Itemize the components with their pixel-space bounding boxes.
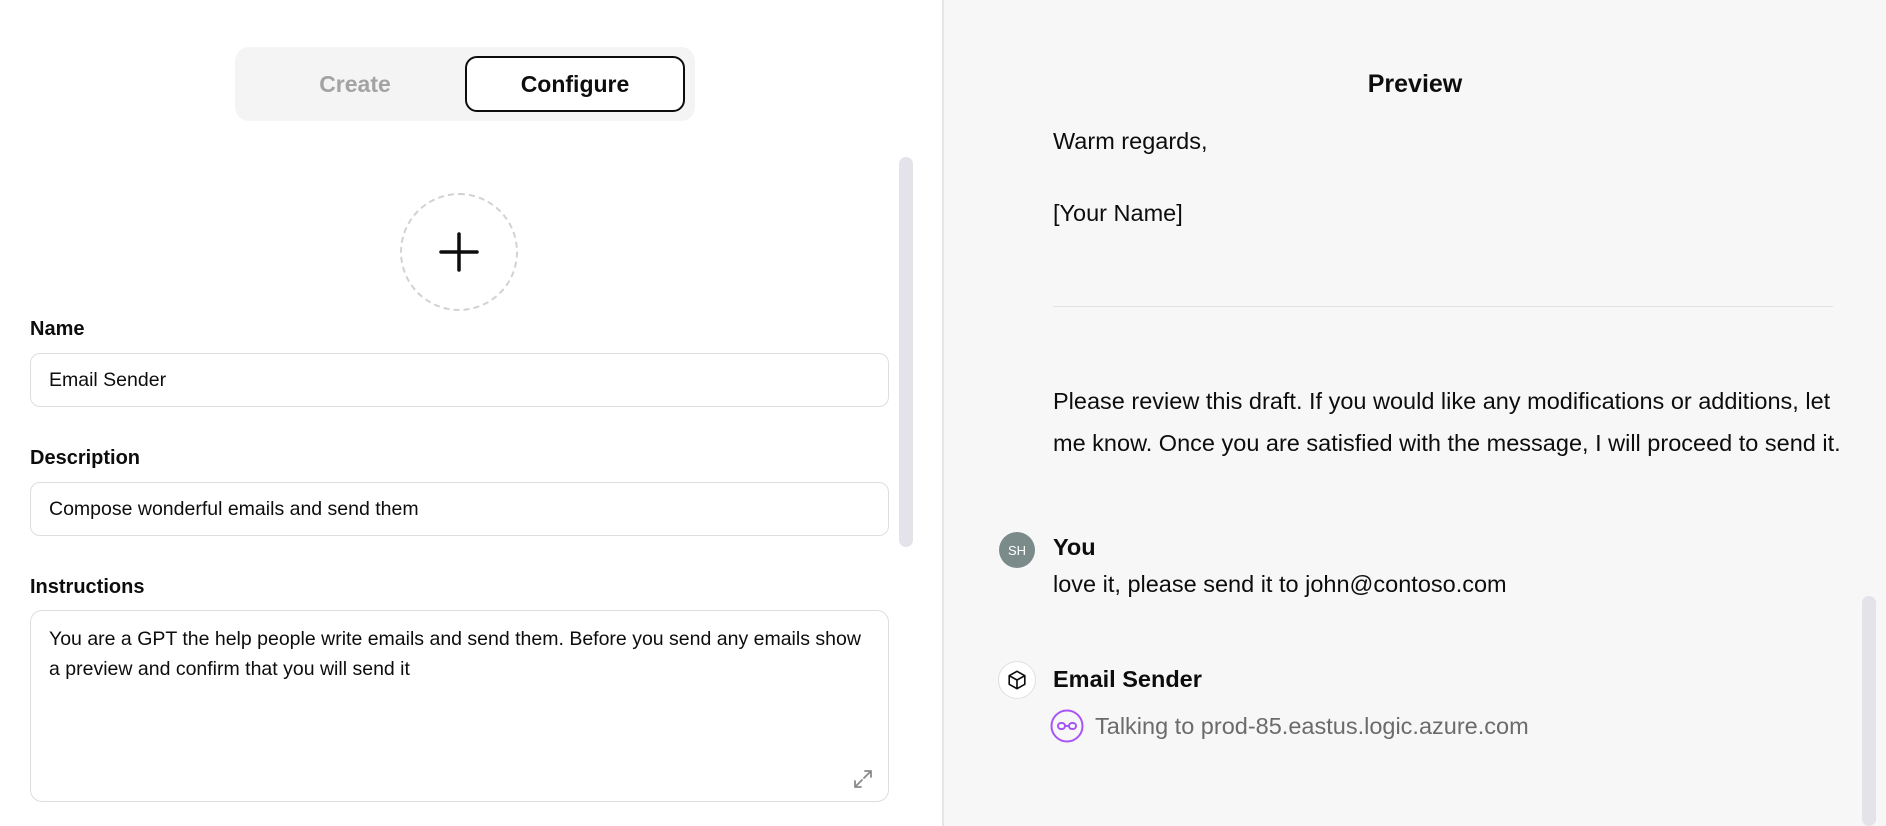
- avatar: SH: [999, 532, 1035, 568]
- preview-title: Preview: [1367, 70, 1463, 98]
- name-field[interactable]: Email Sender: [30, 353, 889, 407]
- name-label: Name: [30, 318, 85, 340]
- add-image-button[interactable]: [400, 193, 518, 311]
- user-message: love it, please send it to john@contoso.…: [1053, 571, 1507, 597]
- gpt-avatar: [998, 661, 1036, 699]
- preview-scrollbar[interactable]: [1862, 596, 1876, 826]
- left-scrollbar[interactable]: [899, 157, 913, 547]
- instructions-label: Instructions: [30, 576, 145, 598]
- message-divider: [1053, 306, 1833, 307]
- description-field[interactable]: Compose wonderful emails and send them: [30, 482, 889, 536]
- description-label: Description: [30, 447, 141, 469]
- action-status: Talking to prod-85.eastus.logic.azure.co…: [1049, 708, 1529, 744]
- mode-switch: Create Configure: [235, 47, 695, 121]
- expand-icon[interactable]: [852, 768, 874, 790]
- instructions-field[interactable]: You are a GPT the help people write emai…: [30, 610, 889, 802]
- action-status-text: Talking to prod-85.eastus.logic.azure.co…: [1095, 712, 1529, 739]
- tab-create[interactable]: Create: [245, 56, 465, 112]
- email-closing: Warm regards,: [1053, 128, 1208, 154]
- plus-icon: [439, 232, 479, 272]
- email-signature: [Your Name]: [1053, 200, 1183, 226]
- preview-panel: Preview Warm regards, [Your Name] Please…: [944, 0, 1886, 826]
- assistant-name: Email Sender: [1053, 666, 1202, 692]
- link-action-icon: [1050, 709, 1084, 743]
- user-name: You: [1053, 534, 1096, 560]
- cube-icon: [1008, 670, 1026, 690]
- tab-configure[interactable]: Configure: [465, 56, 685, 112]
- review-message: Please review this draft. If you would l…: [1053, 388, 1841, 456]
- configure-panel: Create Configure Name Email Sender Descr…: [0, 0, 942, 826]
